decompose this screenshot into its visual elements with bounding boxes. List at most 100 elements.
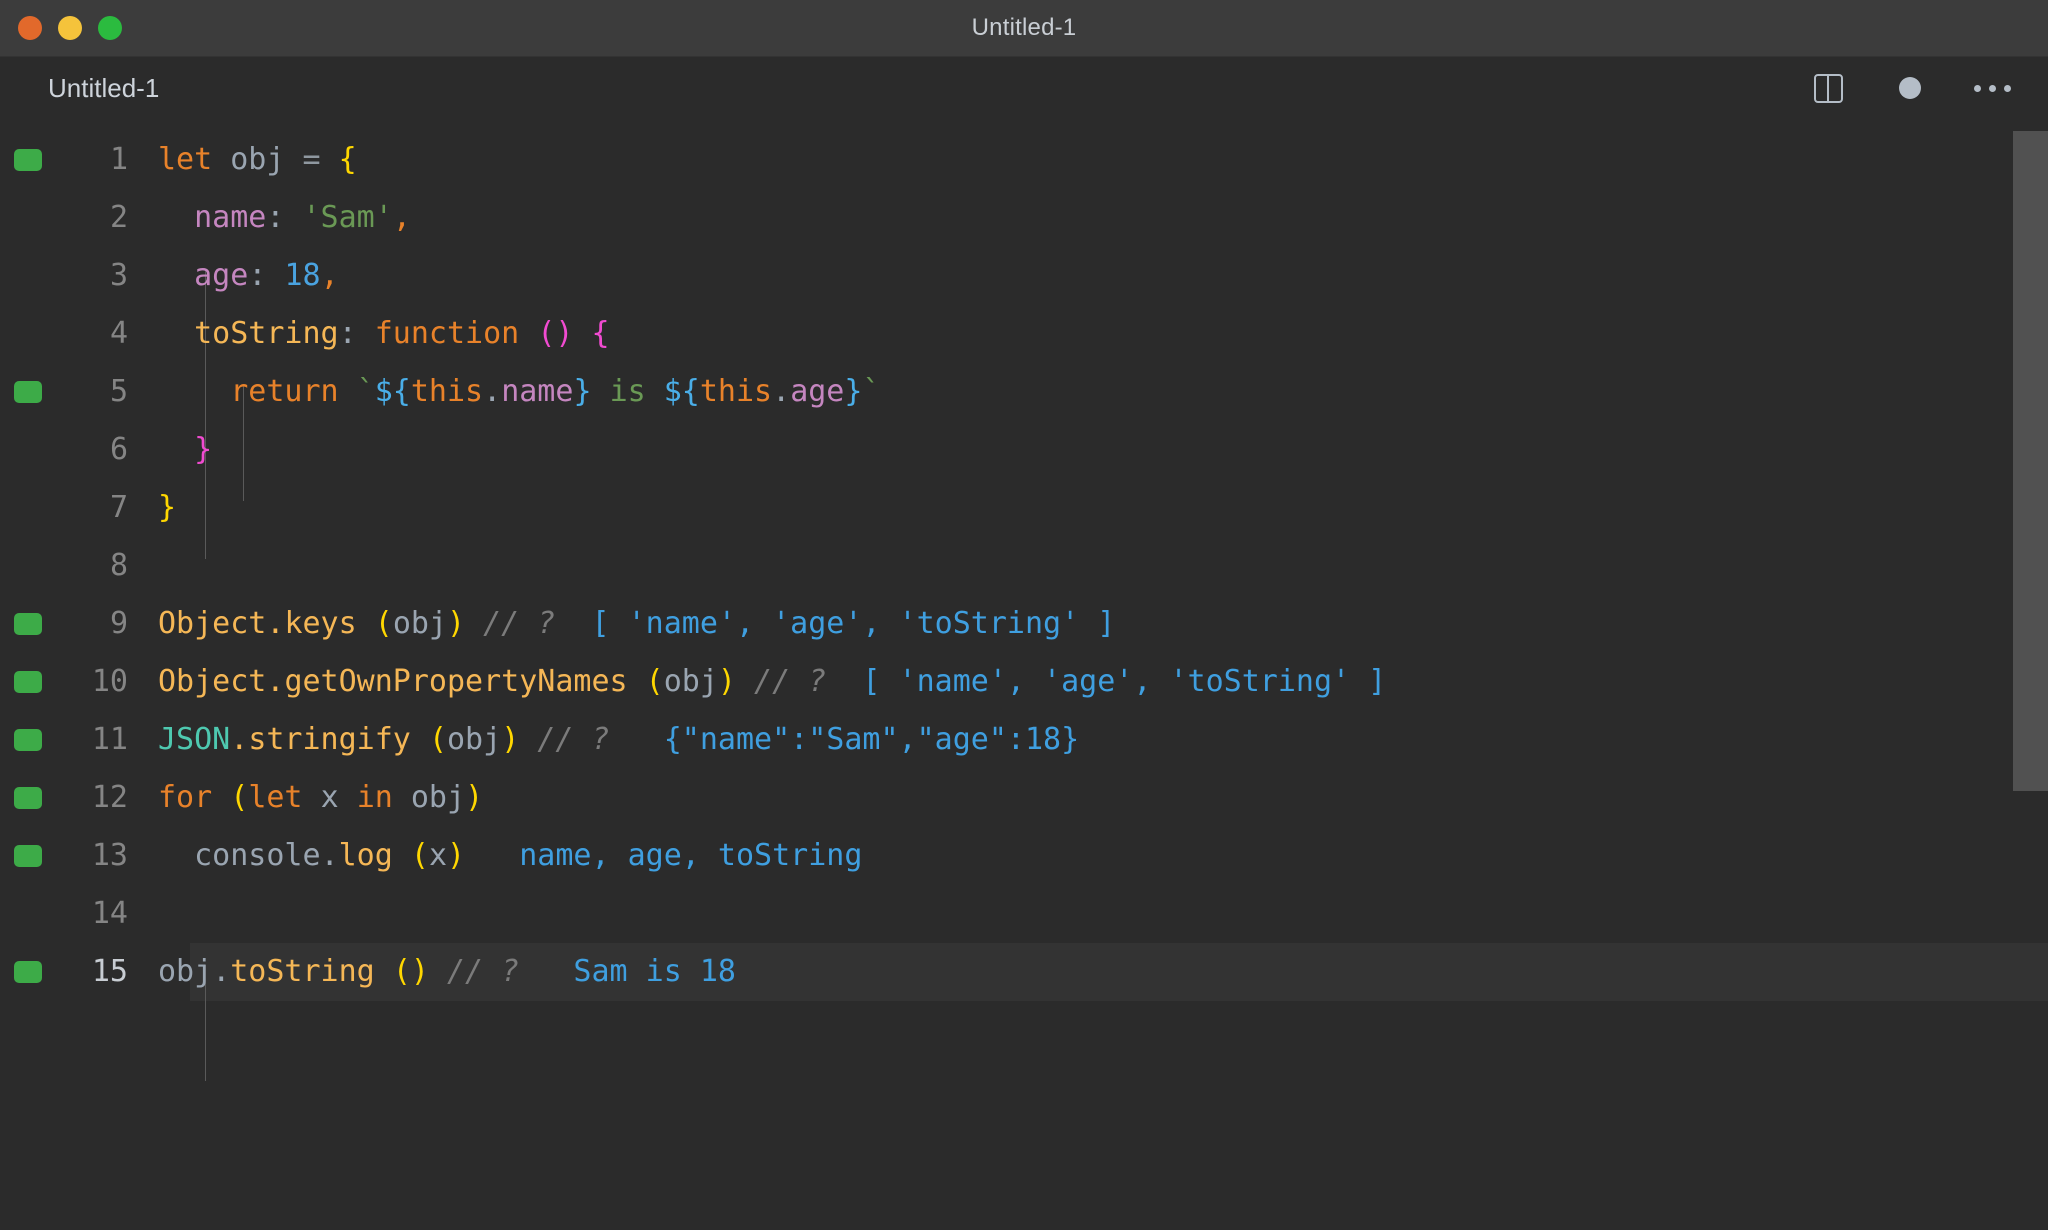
code-token: obj	[447, 722, 501, 757]
code-line[interactable]: 2 name: 'Sam',	[0, 189, 2048, 247]
tab-list: Untitled-1	[0, 57, 187, 119]
code-token	[429, 954, 447, 989]
code-token: toString	[230, 954, 375, 989]
code-token	[321, 142, 339, 177]
tab-untitled-1[interactable]: Untitled-1	[0, 57, 187, 119]
line-number: 5	[0, 363, 150, 421]
code-token: (	[230, 780, 248, 815]
code-text: toString: function () {	[150, 305, 610, 363]
code-token: function	[375, 316, 520, 351]
code-token: Object	[158, 664, 266, 699]
code-token	[339, 374, 357, 409]
code-line[interactable]: 12for (let x in obj)	[0, 769, 2048, 827]
unsaved-dot-icon	[1899, 77, 1921, 99]
code-token: }	[194, 432, 212, 467]
code-text: Object.getOwnPropertyNames (obj) // ? [ …	[150, 653, 1386, 711]
code-text: JSON.stringify (obj) // ? {"name":"Sam",…	[150, 711, 1079, 769]
code-editor-window: Untitled-1 Untitled-1 1let obj = {2 name…	[0, 0, 2048, 1230]
code-line[interactable]: 11JSON.stringify (obj) // ? {"name":"Sam…	[0, 711, 2048, 769]
maximize-window-button[interactable]	[98, 16, 122, 40]
code-line[interactable]: 15obj.toString () // ? Sam is 18	[0, 943, 2048, 1001]
code-token: )	[447, 838, 465, 873]
more-actions-button[interactable]	[1972, 68, 2012, 108]
code-token: toString	[194, 316, 339, 351]
code-token	[519, 316, 537, 351]
code-line[interactable]: 9Object.keys (obj) // ? [ 'name', 'age',…	[0, 595, 2048, 653]
code-line[interactable]: 3 age: 18,	[0, 247, 2048, 305]
code-line[interactable]: 6 }	[0, 421, 2048, 479]
window-title: Untitled-1	[0, 14, 2048, 42]
code-token: [ 'name', 'age', 'toString' ]	[555, 606, 1115, 641]
code-token: // ?	[483, 606, 555, 641]
code-token	[158, 258, 194, 293]
code-line[interactable]: 14	[0, 885, 2048, 943]
code-token	[519, 722, 537, 757]
line-number: 2	[0, 189, 150, 247]
split-editor-button[interactable]	[1808, 68, 1848, 108]
code-token: .	[212, 954, 230, 989]
code-token: obj	[411, 780, 465, 815]
code-token	[592, 374, 610, 409]
code-token	[158, 374, 230, 409]
code-token: )	[501, 722, 519, 757]
code-token: .	[772, 374, 790, 409]
code-token: }	[573, 374, 591, 409]
code-token	[158, 838, 194, 873]
code-line[interactable]: 10Object.getOwnPropertyNames (obj) // ? …	[0, 653, 2048, 711]
code-token: return	[230, 374, 338, 409]
code-token: obj	[158, 954, 212, 989]
line-number: 15	[0, 943, 150, 1001]
code-token: .	[230, 722, 248, 757]
code-token: }	[158, 490, 176, 525]
code-token: ${	[664, 374, 700, 409]
code-editor[interactable]: 1let obj = {2 name: 'Sam',3 age: 18,4 to…	[0, 119, 2048, 1230]
code-token: }	[844, 374, 862, 409]
code-token	[393, 838, 411, 873]
code-token: obj	[393, 606, 447, 641]
code-text: name: 'Sam',	[150, 189, 411, 247]
code-token: x	[429, 838, 447, 873]
line-number: 8	[0, 537, 150, 595]
code-token	[212, 142, 230, 177]
tab-label: Untitled-1	[48, 73, 159, 104]
code-line[interactable]: 1let obj = {	[0, 131, 2048, 189]
code-token	[357, 316, 375, 351]
code-token: name	[501, 374, 573, 409]
code-token: this	[700, 374, 772, 409]
code-token: x	[321, 780, 339, 815]
code-token: age	[790, 374, 844, 409]
code-token: [ 'name', 'age', 'toString' ]	[826, 664, 1386, 699]
code-token	[465, 606, 483, 641]
code-token: =	[303, 142, 321, 177]
code-token: (	[646, 664, 664, 699]
code-line[interactable]: 7}	[0, 479, 2048, 537]
code-text: Object.keys (obj) // ? [ 'name', 'age', …	[150, 595, 1115, 653]
code-token: ()	[537, 316, 573, 351]
code-token	[158, 316, 194, 351]
close-window-button[interactable]	[18, 16, 42, 40]
code-token: ,	[393, 200, 411, 235]
code-line[interactable]: 4 toString: function () {	[0, 305, 2048, 363]
code-token: // ?	[754, 664, 826, 699]
scrollbar-thumb[interactable]	[2013, 131, 2048, 791]
code-line[interactable]: 13 console.log (x) name, age, toString	[0, 827, 2048, 885]
code-token: let	[158, 142, 212, 177]
code-token: age	[194, 258, 248, 293]
code-token: ${	[375, 374, 411, 409]
code-token: this	[411, 374, 483, 409]
code-token: name, age, toString	[465, 838, 862, 873]
code-line[interactable]: 5 return `${this.name} is ${this.age}`	[0, 363, 2048, 421]
code-token	[212, 780, 230, 815]
code-token: // ?	[537, 722, 609, 757]
code-token	[284, 200, 302, 235]
code-token: in	[357, 780, 393, 815]
code-text: for (let x in obj)	[150, 769, 483, 827]
code-token	[158, 432, 194, 467]
minimize-window-button[interactable]	[58, 16, 82, 40]
unsaved-indicator-button[interactable]	[1890, 68, 1930, 108]
line-number: 12	[0, 769, 150, 827]
code-lines[interactable]: 1let obj = {2 name: 'Sam',3 age: 18,4 to…	[0, 119, 2048, 1001]
code-line[interactable]: 8	[0, 537, 2048, 595]
vertical-scrollbar[interactable]	[2013, 119, 2048, 1230]
code-token: let	[248, 780, 302, 815]
